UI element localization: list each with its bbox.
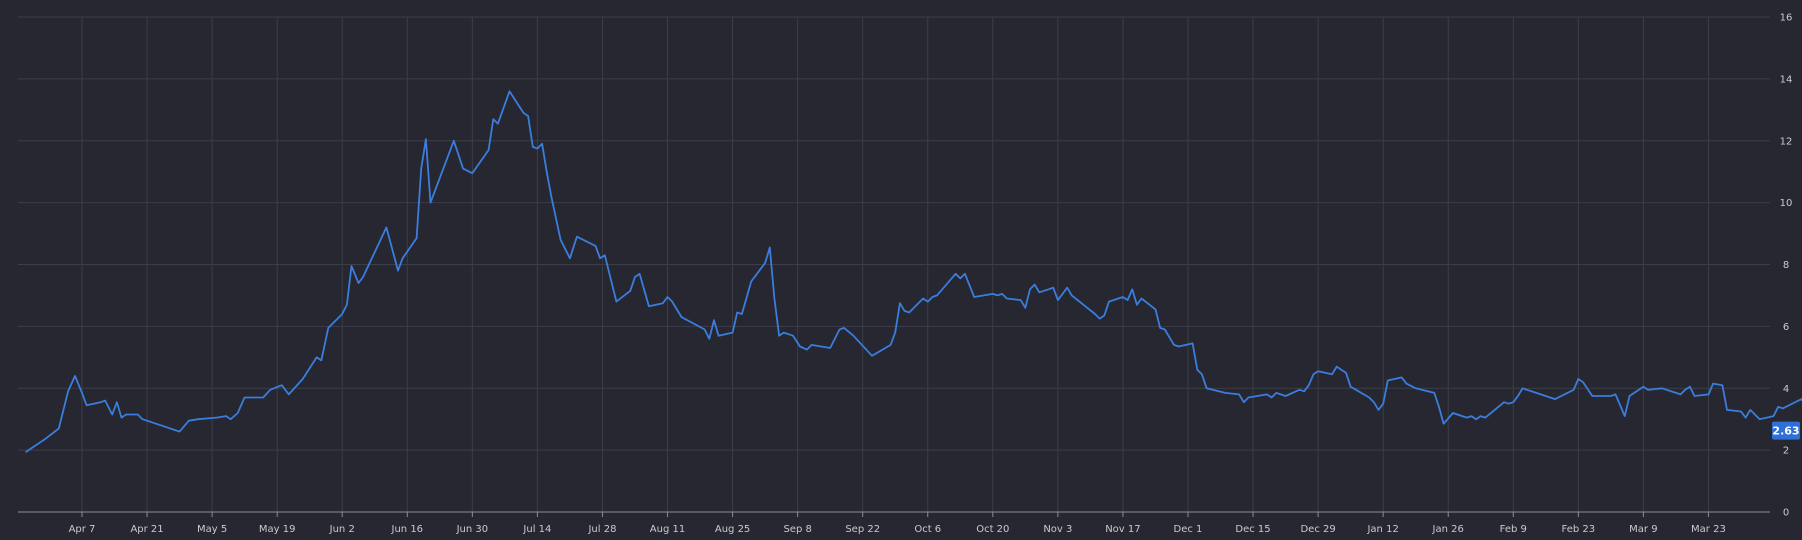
x-tick-label: Sep 8 (783, 524, 811, 535)
y-tick-label: 8 (1783, 260, 1789, 271)
series-line (25, 90, 1802, 453)
x-tick-label: Jan 26 (1432, 524, 1464, 535)
series-group (25, 90, 1802, 453)
x-tick-label: Sep 22 (845, 524, 880, 535)
x-tick-label: Nov 17 (1105, 524, 1140, 535)
y-tick-label: 4 (1783, 384, 1789, 395)
x-tick-label: May 19 (259, 524, 296, 535)
y-tick-label: 12 (1780, 136, 1793, 147)
y-tick-label: 6 (1783, 322, 1789, 333)
x-tick-label: Apr 21 (130, 524, 163, 535)
x-tick-label: Feb 9 (1500, 524, 1527, 535)
x-axis: Apr 7 Apr 21 May 5 May 19 Jun 2 Jun 16 Jun 30 J… (18, 511, 1770, 535)
x-tick-label: May 5 (197, 524, 227, 535)
x-tick-label: Aug 25 (715, 524, 750, 535)
x-tick-label: Dec 15 (1235, 524, 1270, 535)
last-value-label: 2.63 (1772, 425, 1799, 438)
x-tick-label: Jul 14 (522, 524, 551, 535)
y-tick-label: 0 (1783, 508, 1789, 519)
x-tick-label: Feb 23 (1562, 524, 1596, 535)
y-tick-label: 2 (1783, 446, 1789, 457)
y-axis: 0 2 4 6 8 10 12 14 16 (1780, 13, 1793, 519)
grid-lines (18, 16, 1770, 512)
y-tick-label: 16 (1780, 13, 1793, 24)
last-value-badge: 2.63 (1772, 421, 1800, 440)
x-tick-label: Dec 29 (1300, 524, 1335, 535)
y-tick-label: 14 (1780, 74, 1793, 85)
x-tick-label: Oct 20 (976, 524, 1009, 535)
x-tick-label: Nov 3 (1043, 524, 1072, 535)
y-tick-label: 10 (1780, 198, 1793, 209)
x-tick-label: Jun 2 (329, 524, 355, 535)
x-tick-label: Jan 12 (1366, 524, 1398, 535)
x-tick-label: Mar 23 (1691, 524, 1726, 535)
line-chart: Apr 7 Apr 21 May 5 May 19 Jun 2 Jun 16 Jun 30 J… (18, 13, 1802, 535)
x-tick-label: Oct 6 (914, 524, 941, 535)
x-tick-label: Jun 30 (456, 524, 489, 535)
x-tick-label: Jul 28 (587, 524, 616, 535)
x-tick-label: Aug 11 (650, 524, 685, 535)
x-tick-label: Jun 16 (391, 524, 424, 535)
x-tick-label: Apr 7 (69, 524, 96, 535)
x-tick-label: Dec 1 (1174, 524, 1203, 535)
x-tick-label: Mar 9 (1629, 524, 1657, 535)
